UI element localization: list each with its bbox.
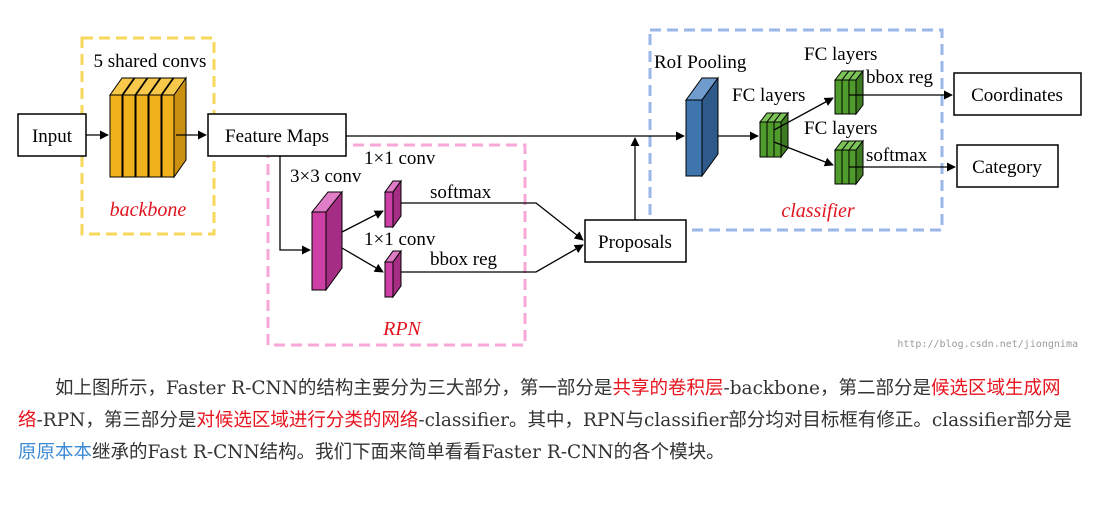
category-label: Category [972, 157, 1042, 178]
shared-convs-label: 5 shared convs [94, 51, 207, 72]
highlight-shared-conv: 共享的卷积层 [612, 378, 724, 399]
cls-softmax-label: softmax [866, 145, 928, 166]
roi-pooling-label: RoI Pooling [654, 52, 747, 73]
rpn-bbox-reg-label: bbox reg [430, 249, 498, 270]
highlight-classifier: 对候选区域进行分类的网络 [196, 410, 419, 431]
fc-layers-1-label: FC layers [732, 85, 805, 106]
fc-layers-2-label: FC layers [804, 44, 877, 65]
fc-layers-2-block [833, 69, 865, 116]
classifier-caption: classifier [781, 200, 855, 222]
text-part-5: 继承的Fast R-CNN结构。我们下面来简单看看Faster R-CNN的各个… [92, 442, 725, 463]
cls-bbox-reg-label: bbox reg [866, 67, 934, 88]
feature-maps-label: Feature Maps [225, 126, 329, 147]
faster-rcnn-diagram: backbone RPN classifier 5 shared convs I… [17, 28, 1082, 350]
fc-layers-3-block [833, 139, 865, 186]
shared-convs-block [109, 76, 187, 179]
fc-layers-1-block [758, 111, 790, 159]
description-paragraph: 如上图所示，Faster R-CNN的结构主要分为三大部分，第一部分是共享的卷积… [18, 373, 1083, 469]
text-part-1: 如上图所示，Faster R-CNN的结构主要分为三大部分，第一部分是 [55, 378, 613, 399]
rpn-caption: RPN [382, 318, 422, 340]
conv1x1-top-label: 1×1 conv [364, 148, 436, 169]
watermark: http://blog.csdn.net/jiongnima [897, 339, 1078, 350]
rpn-3x3-conv-block [310, 190, 344, 292]
fc-layers-3-label: FC layers [804, 118, 877, 139]
conv3x3-label: 3×3 conv [290, 166, 362, 187]
coordinates-label: Coordinates [971, 85, 1063, 106]
text-part-4: -classifier。其中，RPN与classifier部分均对目标框有修正。… [418, 410, 1072, 431]
description-text: 如上图所示，Faster R-CNN的结构主要分为三大部分，第一部分是共享的卷积… [18, 373, 1083, 469]
rpn-softmax-label: softmax [430, 182, 492, 203]
rpn-1x1-conv-top-block [384, 179, 402, 229]
text-part-2: -backbone，第二部分是 [723, 378, 931, 399]
roi-pooling-block [685, 76, 719, 178]
conv1x1-bottom-label: 1×1 conv [364, 229, 436, 250]
rpn-1x1-conv-bottom-block [384, 249, 402, 299]
input-label: Input [32, 126, 73, 147]
proposals-label: Proposals [598, 232, 672, 253]
backbone-caption: backbone [110, 199, 187, 221]
text-part-3: -RPN，第三部分是 [36, 410, 197, 431]
highlight-original: 原原本本 [18, 442, 93, 463]
